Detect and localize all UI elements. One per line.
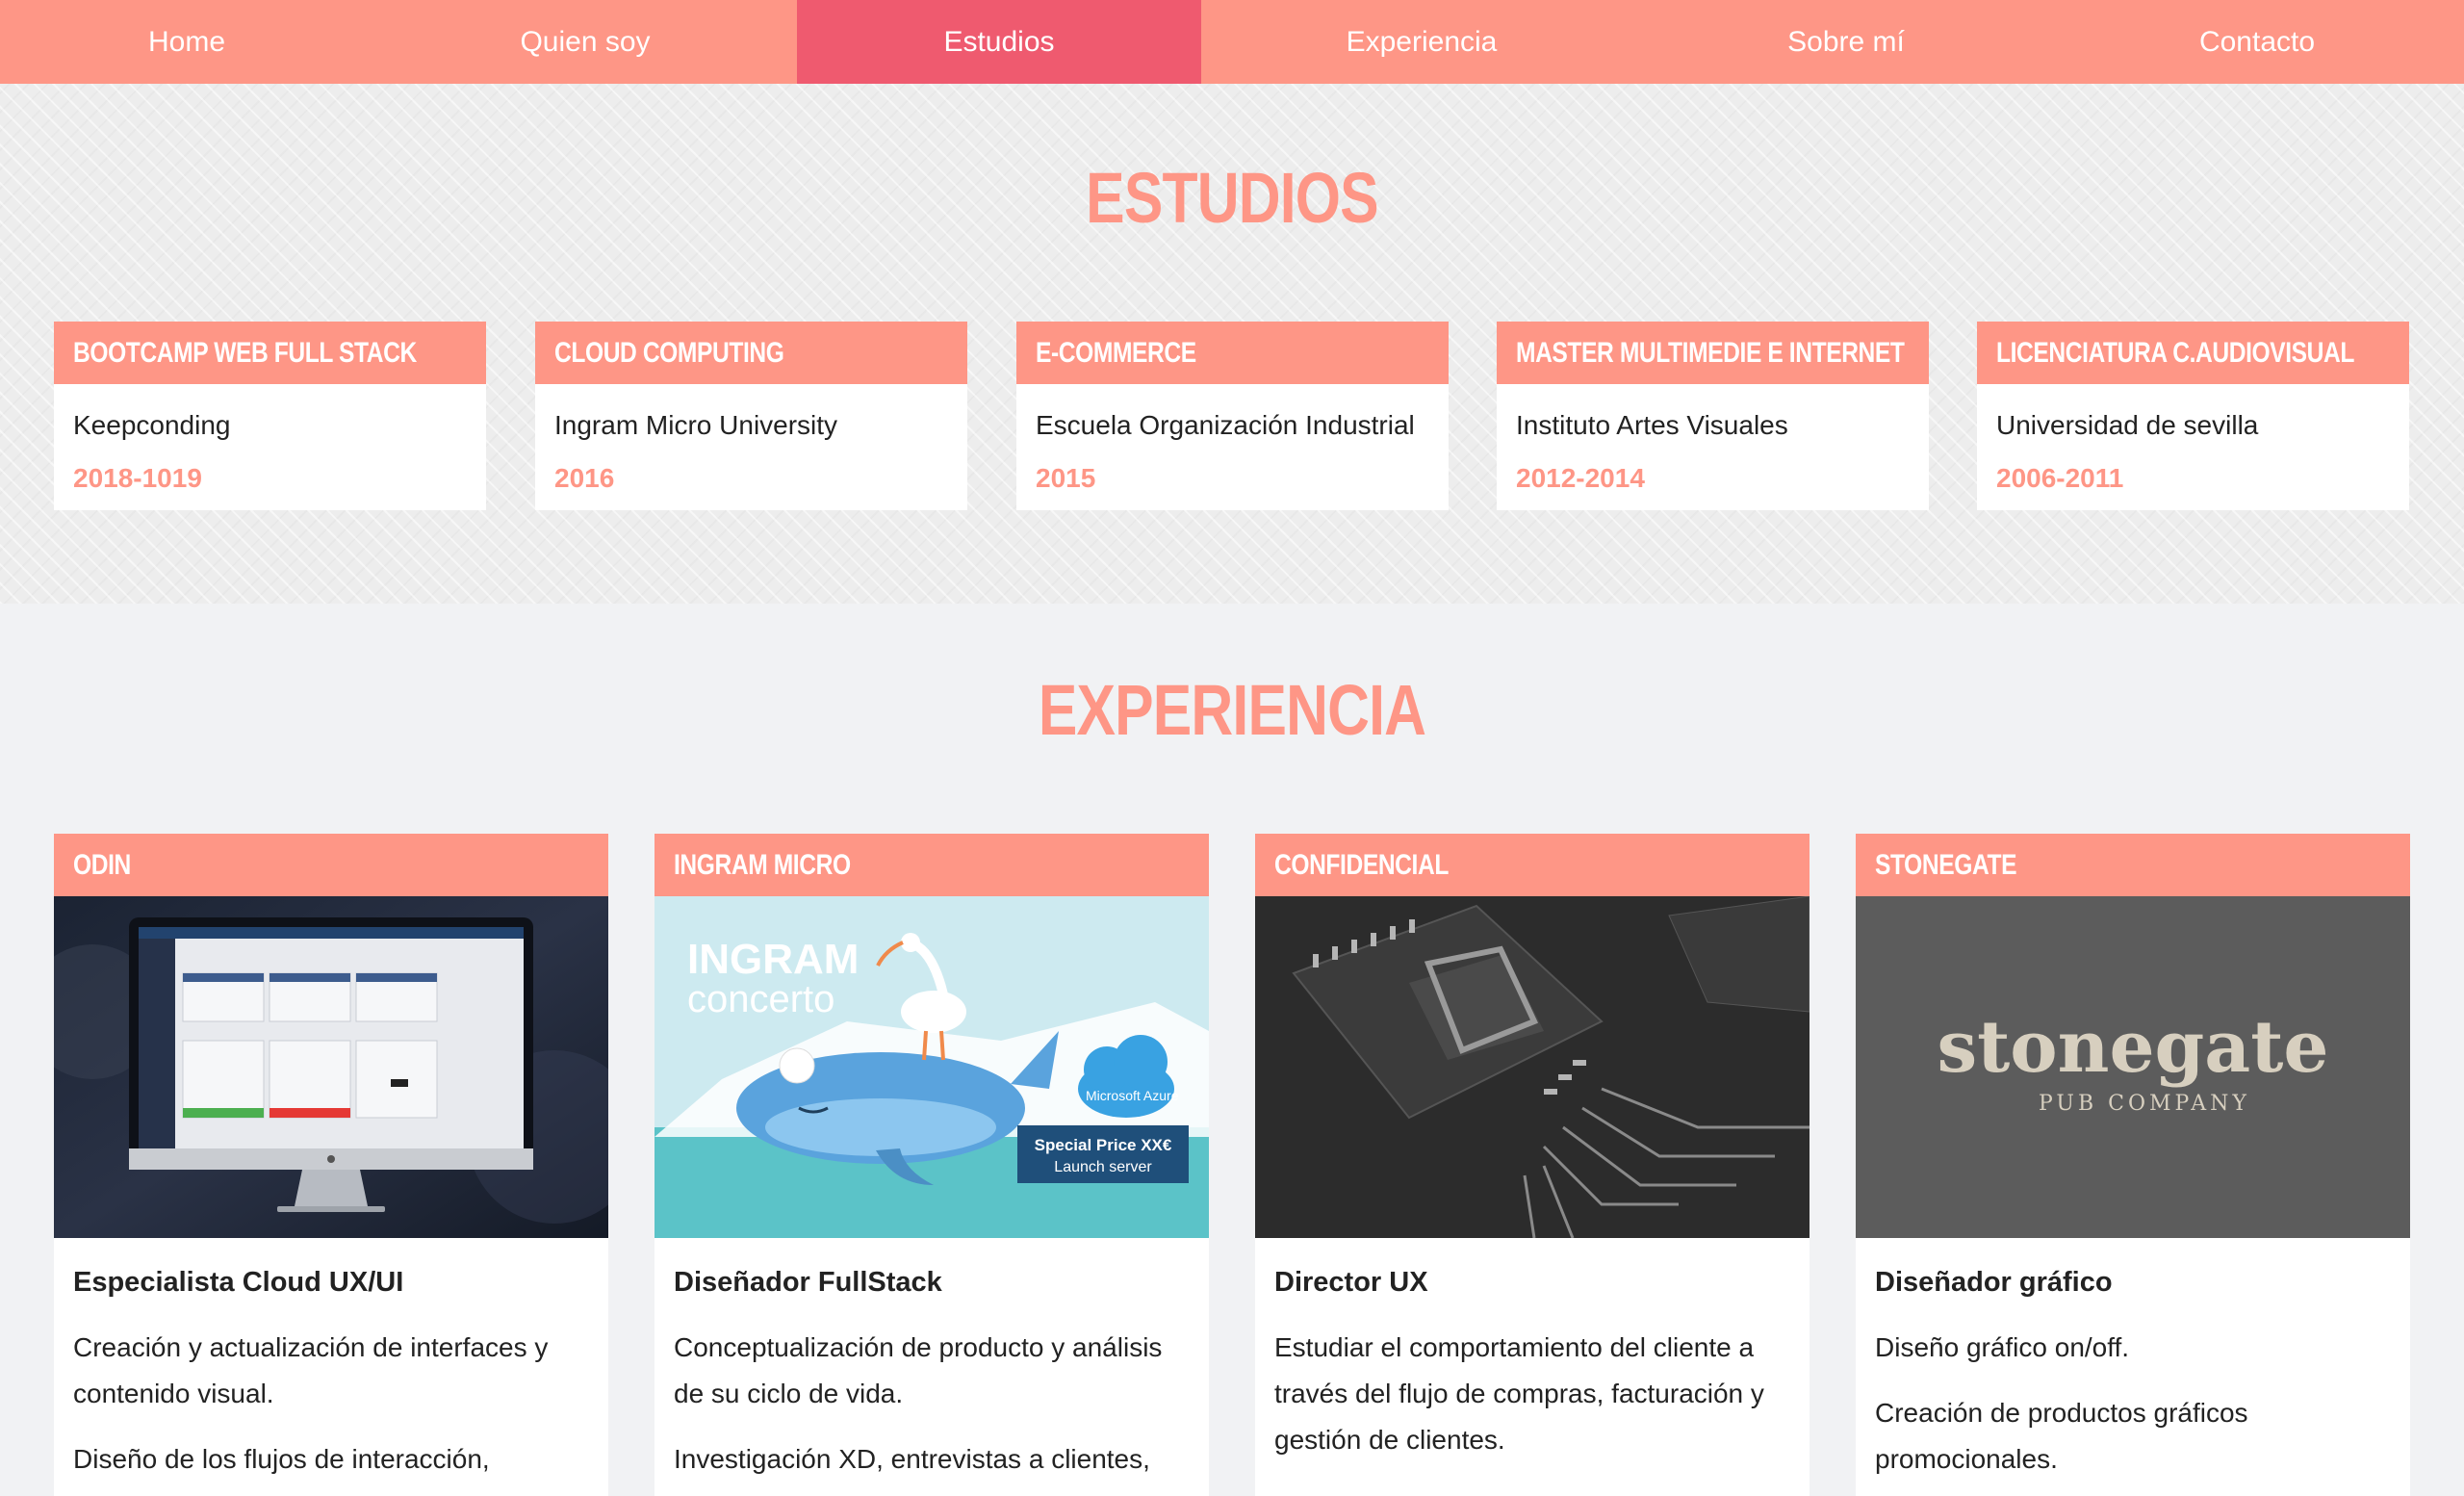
experience-heading: ODIN <box>54 834 608 896</box>
experience-description: Conceptualización de producto y análisis… <box>674 1325 1194 1496</box>
estudios-title: ESTUDIOS <box>1086 158 1378 238</box>
study-institution: Ingram Micro University <box>554 410 838 440</box>
nav-sobre-mi[interactable]: Sobre mí <box>1642 0 2050 84</box>
experience-paragraph: Estudiar el comportamiento del cliente a… <box>1274 1332 1764 1455</box>
estudios-section: ESTUDIOS BOOTCAMP WEB FULL STACK Keepcon… <box>0 84 2464 604</box>
nav-experiencia[interactable]: Experiencia <box>1201 0 1642 84</box>
top-navigation: Home Quien soy Estudios Experiencia Sobr… <box>0 0 2464 84</box>
experience-card: ODIN Especialista Cloud UX/UI Creación y… <box>54 834 608 1496</box>
study-heading: BOOTCAMP WEB FULL STACK <box>54 322 486 384</box>
study-card: MASTER MULTIMEDIE E INTERNET Instituto A… <box>1497 322 1929 510</box>
study-card: LICENCIATURA C.AUDIOVISUAL Universidad d… <box>1977 322 2409 510</box>
experiencia-title: EXPERIENCIA <box>1038 670 1426 750</box>
experience-card: STONEGATE stonegate PUB COMPANY Diseñado… <box>1856 834 2410 1496</box>
experience-description: Creación y actualización de interfaces y… <box>73 1325 593 1496</box>
svg-text:PUB COMPANY: PUB COMPANY <box>2039 1092 2250 1116</box>
study-card: CLOUD COMPUTING Ingram Micro University … <box>535 322 967 510</box>
nav-home[interactable]: Home <box>0 0 373 84</box>
study-institution: Instituto Artes Visuales <box>1516 410 1788 440</box>
concerto-product-text: concerto <box>687 978 834 1020</box>
odin-screenshot-image <box>54 896 608 1238</box>
experience-paragraph: Investigación XD, entrevistas a clientes… <box>674 1444 1150 1474</box>
experience-card: CONFIDENCIAL Director UX Estudiar el com… <box>1255 834 1810 1496</box>
special-price-text: Special Price XX€ <box>1035 1136 1172 1154</box>
study-institution: Universidad de sevilla <box>1996 410 2259 440</box>
experience-role: Diseñador gráfico <box>1875 1267 2113 1298</box>
experience-description: Diseño gráfico on/off. Creación de produ… <box>1875 1325 2395 1496</box>
experience-role: Director UX <box>1274 1267 1428 1298</box>
experience-card: INGRAM MICRO INGRAM concerto Microsoft A… <box>654 834 1209 1496</box>
study-card: BOOTCAMP WEB FULL STACK Keepconding 2018… <box>54 322 486 510</box>
experience-heading: INGRAM MICRO <box>654 834 1209 896</box>
experience-paragraph: Diseño gráfico on/off. <box>1875 1332 2130 1362</box>
study-years: 2006-2011 <box>1996 463 2124 493</box>
study-heading: E-COMMERCE <box>1016 322 1449 384</box>
experience-paragraph: Creación y actualización de interfaces y… <box>73 1332 549 1408</box>
ingram-concerto-image: INGRAM concerto Microsoft Azure Special … <box>654 896 1209 1238</box>
experience-paragraph: Creación de productos gráficos promocion… <box>1875 1398 2248 1474</box>
experience-heading: STONEGATE <box>1856 834 2410 896</box>
study-card: E-COMMERCE Escuela Organización Industri… <box>1016 322 1449 510</box>
circuit-chip-image <box>1255 896 1810 1238</box>
svg-text:stonegate: stonegate <box>1937 1006 2328 1089</box>
study-institution: Escuela Organización Industrial <box>1036 410 1415 440</box>
study-heading: CLOUD COMPUTING <box>535 322 967 384</box>
study-heading: LICENCIATURA C.AUDIOVISUAL <box>1977 322 2409 384</box>
study-years: 2015 <box>1036 463 1096 493</box>
ingram-brand-text: INGRAM <box>687 936 859 983</box>
nav-contacto[interactable]: Contacto <box>2050 0 2464 84</box>
study-institution: Keepconding <box>73 410 231 440</box>
experience-role: Especialista Cloud UX/UI <box>73 1267 404 1298</box>
launch-server-text: Launch server <box>1054 1159 1152 1175</box>
study-years: 2016 <box>554 463 615 493</box>
stonegate-logo-image: stonegate PUB COMPANY <box>1856 896 2410 1238</box>
azure-label-text: Microsoft Azure <box>1086 1088 1179 1103</box>
experience-description: Estudiar el comportamiento del cliente a… <box>1274 1325 1794 1483</box>
nav-quien-soy[interactable]: Quien soy <box>373 0 797 84</box>
experience-role: Diseñador FullStack <box>674 1267 942 1298</box>
study-years: 2012-2014 <box>1516 463 1645 493</box>
nav-estudios[interactable]: Estudios <box>797 0 1201 84</box>
study-years: 2018-1019 <box>73 463 202 493</box>
experience-paragraph: Conceptualización de producto y análisis… <box>674 1332 1163 1408</box>
experience-paragraph: Diseño de los flujos de interacción, <box>73 1444 490 1474</box>
experience-heading: CONFIDENCIAL <box>1255 834 1810 896</box>
study-heading: MASTER MULTIMEDIE E INTERNET <box>1497 322 1929 384</box>
